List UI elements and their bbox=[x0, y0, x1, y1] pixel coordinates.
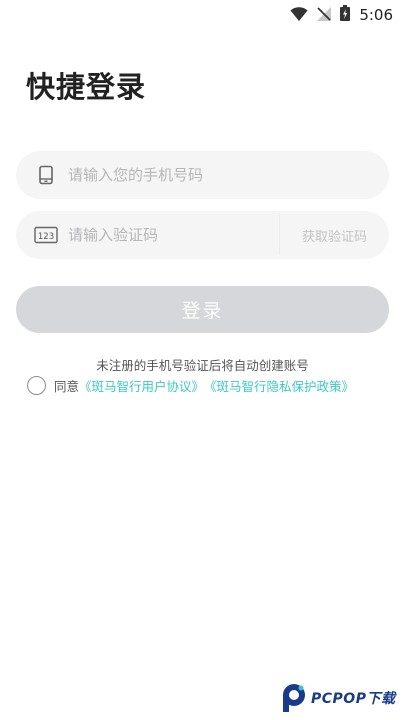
page-title: 快捷登录 bbox=[26, 70, 147, 104]
agreement-prefix: 同意 bbox=[54, 379, 80, 394]
watermark-text: PCPOP下载 bbox=[311, 691, 396, 707]
agreement-row: 同意 《斑马智行用户协议》 《斑马智行隐私保护政策》 bbox=[27, 376, 354, 395]
status-icons: 5:06 bbox=[290, 5, 393, 25]
login-button[interactable]: 登录 bbox=[16, 286, 389, 333]
phone-input[interactable] bbox=[68, 166, 389, 184]
battery-charging-icon bbox=[340, 5, 351, 25]
get-code-button[interactable]: 获取验证码 bbox=[280, 226, 389, 245]
status-bar: 5:06 bbox=[0, 0, 405, 30]
watermark: PCPOP下载 bbox=[281, 683, 395, 713]
phone-icon bbox=[32, 161, 60, 189]
status-time: 5:06 bbox=[359, 6, 393, 24]
svg-text:123: 123 bbox=[38, 232, 54, 242]
agreement-checkbox[interactable] bbox=[27, 376, 46, 395]
auto-register-hint: 未注册的手机号验证后将自动创建账号 bbox=[96, 358, 309, 373]
code-field[interactable]: 123 获取验证码 bbox=[16, 211, 389, 259]
pcpop-logo-icon bbox=[281, 683, 307, 713]
phone-field[interactable] bbox=[16, 151, 389, 199]
wifi-icon bbox=[290, 6, 308, 25]
123-keypad-icon: 123 bbox=[32, 221, 60, 249]
no-signal-icon bbox=[317, 6, 332, 25]
user-agreement-link[interactable]: 《斑马智行用户协议》 bbox=[79, 376, 204, 395]
privacy-policy-link[interactable]: 《斑马智行隐私保护政策》 bbox=[204, 376, 354, 395]
code-input[interactable] bbox=[68, 226, 279, 244]
